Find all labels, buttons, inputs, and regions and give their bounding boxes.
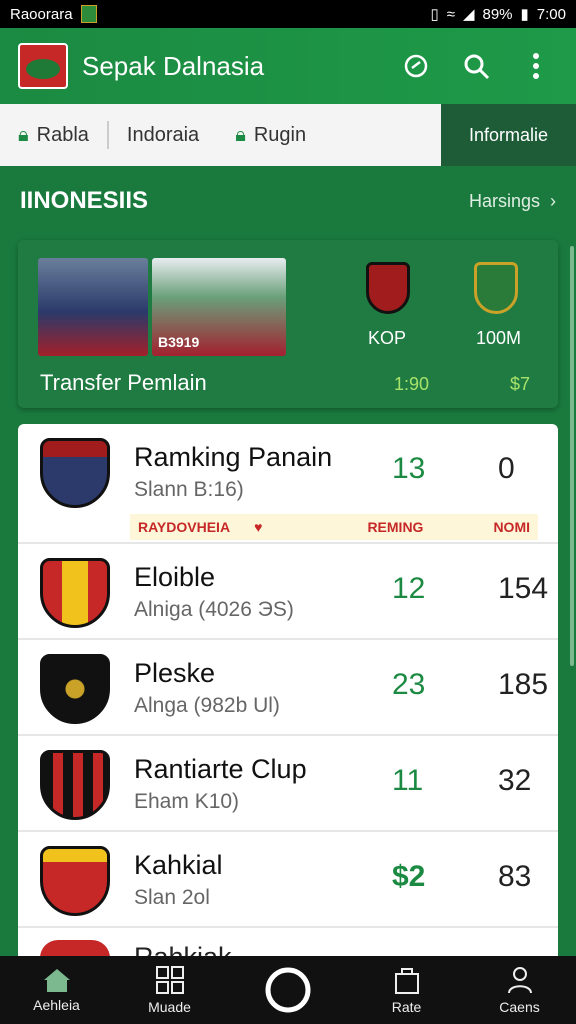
home-icon <box>43 969 70 992</box>
tab-rabla[interactable]: 🔒︎ Rabla <box>0 104 107 166</box>
club-crest <box>40 654 110 724</box>
item-name: Rantiarte Clup <box>134 754 307 784</box>
carrier-label: Raoorara <box>10 5 73 23</box>
nav-home-button[interactable] <box>226 956 350 1024</box>
item-stat-primary: 23 <box>392 668 426 701</box>
bottom-nav: Aehleia Muade Rate Caens <box>0 956 576 1024</box>
item-subtitle: Alniga (4026 ЭS) <box>134 598 294 621</box>
see-more-link[interactable]: Harsings › <box>469 191 556 212</box>
item-stat-secondary: 83 <box>498 860 532 893</box>
nav-label: Aehleia <box>33 997 80 1013</box>
list-item[interactable]: Rantiarte Clup Eham K10) 11 32 <box>18 736 558 832</box>
strip-label: NOMI <box>493 519 530 535</box>
item-subtitle: Slan 2ol <box>134 886 210 909</box>
lock-icon: 🔒︎ <box>235 123 246 146</box>
featured-label: Transfer Pemlain <box>40 370 207 395</box>
app-bar: Sepak Dalnasia <box>0 28 576 104</box>
nav-grid[interactable]: Muade <box>113 956 226 1024</box>
tab-label: Indoraia <box>126 123 200 146</box>
item-stat-secondary: 185 <box>498 668 549 701</box>
item-subtitle: Slann B:16) <box>134 478 244 501</box>
scrollbar[interactable] <box>570 246 574 666</box>
club-crest <box>40 558 110 628</box>
player-photo <box>38 258 148 356</box>
nav-label: Caens <box>499 999 540 1015</box>
ranking-list: Ramking Panain Slann B:16) 13 0 RAYDOVHE… <box>18 424 558 964</box>
list-item-partial[interactable]: Rahkiak <box>18 934 558 958</box>
section-header: IINONESIIS Harsings › <box>0 176 576 226</box>
item-subtitle: Eham K10) <box>134 790 240 813</box>
lock-icon: 🔒︎ <box>18 123 29 146</box>
tab-bar: 🔒︎ Rabla Indoraia 🔒︎ Rugin Informalie <box>0 104 576 166</box>
signal-icon: ◢ <box>462 6 475 23</box>
search-icon-button[interactable] <box>454 44 498 88</box>
nav-label: Muade <box>148 999 191 1015</box>
tab-label: Rabla <box>36 123 89 146</box>
nav-label: Rate <box>391 999 422 1015</box>
person-icon <box>507 967 532 994</box>
featured-card[interactable]: B3919 KOP 100M Transfer Pemlain 1:90 $7 <box>18 240 558 408</box>
item-stat-primary: 13 <box>392 452 426 485</box>
app-logo <box>18 43 68 89</box>
tab-label: Rugin <box>253 123 307 146</box>
featured-value: $7 <box>510 374 531 394</box>
item-name: Ramking Panain <box>134 442 333 472</box>
item-stat-primary: 11 <box>392 764 424 797</box>
bag-icon <box>394 968 419 994</box>
item-name: Kahkial <box>134 850 223 880</box>
photo-caption: B3919 <box>158 334 200 350</box>
team-code: 100M <box>476 328 522 348</box>
list-item[interactable]: Ramking Panain Slann B:16) 13 0 RAYDOVHE… <box>18 424 558 544</box>
strip-label: RAYDOVHEIA <box>138 519 231 535</box>
status-bar: Raoorara ▯ ≈ ◢ 89% ▮ 7:00 <box>0 0 576 28</box>
item-name: Eloible <box>134 562 216 592</box>
tab-informalie[interactable]: Informalie <box>440 104 576 166</box>
tag-icon-button[interactable] <box>394 44 438 88</box>
item-stat-secondary: 0 <box>498 452 515 485</box>
nav-home[interactable]: Aehleia <box>0 956 113 1024</box>
circle-home-icon <box>265 967 311 1013</box>
heart-icon: ♥ <box>254 519 263 535</box>
chevron-right-icon: › <box>550 190 556 211</box>
nav-account[interactable]: Caens <box>463 956 576 1024</box>
team-code: KOP <box>368 328 407 348</box>
team-crest <box>474 262 518 314</box>
wifi-icon: ≈ <box>446 5 455 23</box>
grid-icon <box>155 966 184 994</box>
club-crest <box>40 438 110 508</box>
item-stat-primary: 12 <box>392 572 426 605</box>
club-crest <box>40 846 110 916</box>
item-stat-secondary: 32 <box>498 764 532 797</box>
app-title: Sepak Dalnasia <box>82 50 265 81</box>
item-name: Pleske <box>134 658 216 688</box>
nav-rate[interactable]: Rate <box>350 956 463 1024</box>
vibrate-icon: ▯ <box>430 6 439 23</box>
item-stat-secondary: 154 <box>498 572 549 605</box>
list-item[interactable]: Eloible Alniga (4026 ЭS) 12 154 <box>18 544 558 640</box>
clock: 7:00 <box>536 5 566 23</box>
tab-label: Informalie <box>468 124 548 145</box>
battery-icon: ▮ <box>520 6 529 23</box>
tab-indoraia[interactable]: Indoraia <box>109 104 217 166</box>
item-subtitle: Alnga (982b Ul) <box>134 694 280 717</box>
battery-percent: 89% <box>482 5 513 23</box>
player-photo: B3919 <box>152 258 286 356</box>
club-crest <box>40 750 110 820</box>
list-item[interactable]: Kahkial Slan 2ol $2 83 <box>18 832 558 928</box>
featured-value: 1:90 <box>394 374 430 394</box>
flag-icon <box>80 5 97 23</box>
overflow-menu-icon[interactable] <box>514 44 558 88</box>
section-title: IINONESIIS <box>20 187 149 214</box>
promo-strip[interactable]: RAYDOVHEIA ♥ REMING NOMI <box>130 514 538 540</box>
list-item[interactable]: Pleske Alnga (982b Ul) 23 185 <box>18 640 558 736</box>
see-more-label: Harsings <box>468 190 540 211</box>
team-crest <box>366 262 410 314</box>
tab-rugin[interactable]: 🔒︎ Rugin <box>217 104 324 166</box>
strip-label: REMING <box>367 519 424 535</box>
item-stat-primary: $2 <box>392 860 426 893</box>
